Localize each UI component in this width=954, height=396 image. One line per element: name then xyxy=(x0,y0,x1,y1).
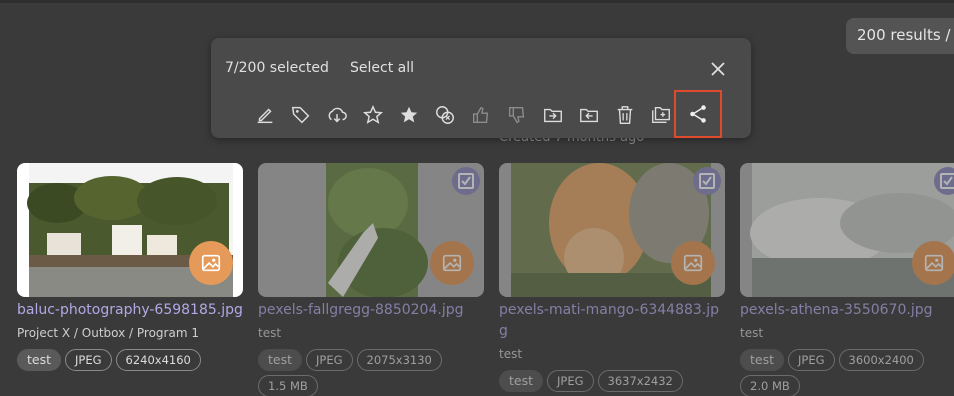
checkmark-icon xyxy=(461,176,471,186)
dimensions-chip: 3600x2400 xyxy=(838,349,924,371)
image-card[interactable]: baluc-photography-6598185.jpg Project X … xyxy=(17,163,243,371)
image-icon xyxy=(683,254,703,272)
selection-count: 7/200 selected xyxy=(225,60,329,76)
format-chip: JPEG xyxy=(306,349,353,371)
edit-icon[interactable] xyxy=(250,100,280,130)
checkmark-icon xyxy=(702,176,712,186)
selection-toolbar: 7/200 selected Select all xyxy=(211,38,751,138)
selected-checkbox[interactable] xyxy=(693,167,721,195)
compare-icon[interactable] xyxy=(430,100,460,130)
image-thumbnail[interactable] xyxy=(17,163,243,297)
file-name[interactable]: pexels-fallgregg-8850204.jpg xyxy=(258,300,484,321)
tag-chip[interactable]: test xyxy=(740,349,785,371)
selected-checkbox[interactable] xyxy=(452,167,480,195)
format-chip: JPEG xyxy=(65,349,112,371)
tag-chip[interactable]: test xyxy=(499,370,544,392)
image-type-badge xyxy=(430,241,474,285)
thumbs-up-icon[interactable] xyxy=(466,100,496,130)
dimensions-chip: 2075x3130 xyxy=(356,349,442,371)
file-path: test xyxy=(258,326,282,340)
tag-icon[interactable] xyxy=(286,100,316,130)
download-icon[interactable] xyxy=(322,100,352,130)
image-icon xyxy=(924,254,944,272)
move-out-icon[interactable] xyxy=(574,100,604,130)
results-count[interactable]: 200 results / xyxy=(846,18,954,54)
image-type-badge xyxy=(671,241,715,285)
filesize-chip: 2.0 MB xyxy=(740,375,800,396)
file-name[interactable]: pexels-mati-mango-6344883.jpg xyxy=(499,300,725,342)
image-card[interactable]: pexels-fallgregg-8850204.jpg test test J… xyxy=(258,163,484,396)
chip-list: test JPEG 6240x4160 xyxy=(17,349,243,371)
tag-chip[interactable]: test xyxy=(17,349,62,371)
file-path: Project X / Outbox / Program 1 xyxy=(17,326,199,340)
image-type-badge xyxy=(189,241,233,285)
file-name[interactable]: baluc-photography-6598185.jpg xyxy=(17,300,243,321)
top-bar xyxy=(0,0,954,3)
image-icon xyxy=(201,254,221,272)
filesize-chip: 1.5 MB xyxy=(258,375,318,396)
file-path: test xyxy=(740,326,764,340)
selected-checkbox[interactable] xyxy=(934,167,954,195)
chip-list: test JPEG 2075x3130 1.5 MB xyxy=(258,349,484,396)
star-outline-icon[interactable] xyxy=(358,100,388,130)
image-thumbnail[interactable] xyxy=(258,163,484,297)
dimensions-chip: 3637x2432 xyxy=(597,370,683,392)
chip-list: test JPEG 3600x2400 2.0 MB xyxy=(740,349,954,396)
select-all-button[interactable]: Select all xyxy=(350,60,414,76)
dimensions-chip: 6240x4160 xyxy=(115,349,201,371)
share-icon[interactable] xyxy=(674,90,722,138)
image-card[interactable]: pexels-athena-3550670.jpg test test JPEG… xyxy=(740,163,954,396)
close-icon[interactable] xyxy=(707,58,729,80)
format-chip: JPEG xyxy=(788,349,835,371)
image-icon xyxy=(442,254,462,272)
image-thumbnail[interactable] xyxy=(499,163,725,297)
file-path: test xyxy=(499,347,523,361)
image-thumbnail[interactable] xyxy=(740,163,954,297)
move-in-icon[interactable] xyxy=(538,100,568,130)
format-chip: JPEG xyxy=(547,370,594,392)
thumbs-down-icon[interactable] xyxy=(502,100,532,130)
add-to-folder-icon[interactable] xyxy=(646,100,676,130)
tag-chip[interactable]: test xyxy=(258,349,303,371)
chip-list: test JPEG 3637x2432 xyxy=(499,370,725,392)
image-card[interactable]: pexels-mati-mango-6344883.jpg test test … xyxy=(499,163,725,392)
checkmark-icon xyxy=(943,176,953,186)
delete-icon[interactable] xyxy=(610,100,640,130)
image-type-badge xyxy=(912,241,954,285)
file-name[interactable]: pexels-athena-3550670.jpg xyxy=(740,300,954,321)
star-filled-icon[interactable] xyxy=(394,100,424,130)
